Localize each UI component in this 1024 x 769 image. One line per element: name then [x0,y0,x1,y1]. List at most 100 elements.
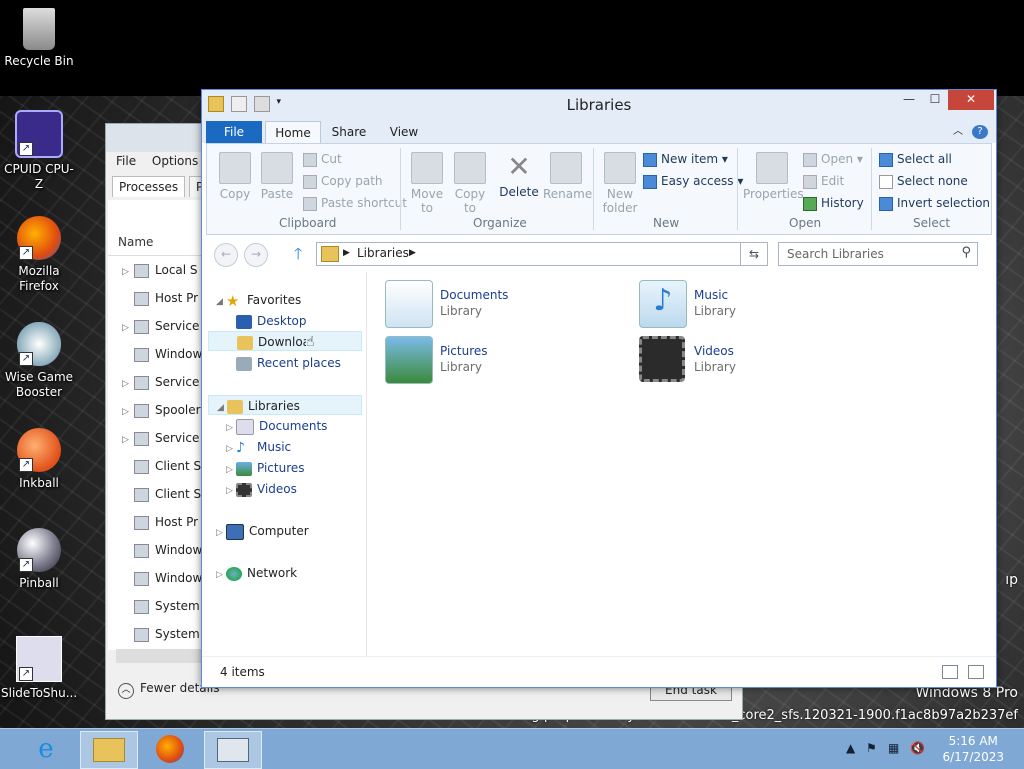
invert-selection-button[interactable]: Invert selection [879,196,990,211]
desktop-icon-pinball[interactable]: ↗ Pinball [1,528,77,591]
nav-libraries[interactable]: ◢ Libraries [208,395,362,415]
history-button[interactable]: History [803,196,864,211]
tab-view[interactable]: View [380,121,428,143]
new-folder-button[interactable]: New folder [599,152,641,215]
expand-arrow-icon[interactable]: ▷ [216,565,226,585]
action-center-flag-icon[interactable]: ⚑ [866,741,877,755]
desktop-icon-cpu-z[interactable]: ↗ CPUID CPU-Z [1,110,77,192]
nav-videos[interactable]: ▷ Videos [226,479,297,499]
volume-muted-icon[interactable]: 🔇 [910,741,925,755]
tab-home[interactable]: Home [265,121,321,144]
breadcrumb-separator-icon[interactable]: ▶ [343,248,350,258]
process-row[interactable]: Window [108,340,204,368]
taskbar-firefox[interactable] [142,731,198,767]
expand-arrow-icon[interactable]: ▷ [226,439,236,459]
up-arrow-icon[interactable]: 🡑 [294,243,302,270]
tab-file[interactable]: File [206,121,262,143]
desktop-icon-firefox[interactable]: ↗ Mozilla Firefox [1,216,77,294]
edit-button[interactable]: Edit [803,174,844,189]
show-hidden-icons-icon[interactable]: ▲ [846,741,855,755]
nav-network[interactable]: ▷ Network [216,563,297,583]
expand-arrow-icon[interactable]: ▷ [122,370,134,396]
process-row[interactable]: ▷ Service [108,312,204,340]
minimize-button[interactable]: — [896,90,922,110]
move-to-button[interactable]: Move to [407,152,447,215]
network-tray-icon[interactable]: ▦ [888,741,899,755]
delete-button[interactable]: ✕ Delete [499,152,539,200]
desktop-icon-wise-game-booster[interactable]: ↗ Wise Game Booster [1,322,77,400]
open-button[interactable]: Open ▾ [803,152,863,167]
nav-documents[interactable]: ▷ Documents [226,416,327,436]
close-button[interactable]: ✕ [948,90,994,110]
menu-options[interactable]: Options [152,154,198,168]
easy-access-button[interactable]: Easy access ▾ [643,174,743,189]
nav-favorites[interactable]: ◢ ★ Favorites [216,290,301,310]
nav-music[interactable]: ▷ ♪ Music [226,437,291,457]
expand-arrow-icon[interactable]: ▷ [122,398,134,424]
process-row[interactable]: Client S [108,480,204,508]
nav-pictures[interactable]: ▷ Pictures [226,458,305,478]
explorer-window[interactable]: ▾ Libraries — ☐ ✕ File Home Share View ︿… [201,89,997,688]
expand-arrow-icon[interactable]: ▷ [122,314,134,340]
nav-downloads[interactable]: Downloads☝ [208,331,362,351]
process-row[interactable]: Window [108,564,204,592]
address-box[interactable]: ▶ Libraries ▶ ▼ [316,242,768,266]
rename-button[interactable]: Rename [543,152,592,201]
maximize-button[interactable]: ☐ [922,90,948,110]
refresh-button[interactable]: ⇆ [740,242,768,266]
expand-arrow-icon[interactable]: ▷ [216,523,226,543]
tab-share[interactable]: Share [324,121,374,143]
copy-to-button[interactable]: Copy to [450,152,490,215]
horizontal-scrollbar[interactable] [116,649,204,663]
process-row[interactable]: System [108,620,204,648]
large-icons-view-icon[interactable] [968,665,984,679]
desktop-icon-recycle-bin[interactable]: Recycle Bin [1,8,77,69]
expand-arrow-icon[interactable]: ▷ [122,258,134,284]
properties-button[interactable]: Properties [743,152,804,201]
expand-arrow-icon[interactable]: ▷ [226,481,236,501]
desktop-icon-inkball[interactable]: ↗ Inkball [1,428,77,491]
copy-button[interactable]: Copy [215,152,255,201]
paste-button[interactable]: Paste [257,152,297,201]
process-row[interactable]: ▷ Service [108,368,204,396]
process-row[interactable]: ▷ Service [108,424,204,452]
process-row[interactable]: Host Pr [108,508,204,536]
menu-file[interactable]: File [116,154,136,168]
tab-processes[interactable]: Processes [112,176,186,197]
select-all-button[interactable]: Select all [879,152,952,167]
search-icon[interactable]: ⚲ [961,245,971,260]
process-row[interactable]: ▷ Spooler [108,396,204,424]
collapse-arrow-icon[interactable]: ◢ [217,398,227,418]
nav-recent-places[interactable]: Recent places [236,353,341,373]
back-button[interactable]: ← [214,243,238,267]
expand-arrow-icon[interactable]: ▷ [226,418,236,438]
breadcrumb-libraries[interactable]: Libraries [357,246,409,260]
breadcrumb-chevron-icon[interactable]: ▶ [409,248,416,258]
forward-button[interactable]: → [244,243,268,267]
column-name-header[interactable]: Name [108,200,204,256]
desktop-icon-slidetoshutdown[interactable]: ↗ SlideToShu... [1,636,77,701]
nav-desktop[interactable]: Desktop [236,311,307,331]
taskbar-file-explorer[interactable] [80,731,138,769]
help-icon[interactable]: ? [972,125,988,139]
process-row[interactable]: ▷ Local S [108,256,204,284]
process-row[interactable]: Window [108,536,204,564]
clock[interactable]: 5:16 AM 6/17/2023 [942,733,1004,765]
process-row[interactable]: Client S [108,452,204,480]
expand-arrow-icon[interactable]: ▷ [226,460,236,480]
expand-arrow-icon[interactable]: ▷ [122,426,134,452]
taskbar-task-manager[interactable] [204,731,262,769]
process-row[interactable]: Host Pr [108,284,204,312]
paste-shortcut-button[interactable]: Paste shortcut [303,196,407,211]
explorer-titlebar[interactable]: ▾ Libraries — ☐ ✕ [202,90,996,121]
nav-computer[interactable]: ▷ Computer [216,521,309,541]
cut-button[interactable]: Cut [303,152,342,167]
search-box[interactable]: Search Libraries ⚲ [778,242,978,266]
new-item-button[interactable]: New item ▾ [643,152,728,167]
collapse-arrow-icon[interactable]: ◢ [216,292,226,312]
details-view-icon[interactable] [942,665,959,679]
copy-path-button[interactable]: Copy path [303,174,383,189]
ribbon-collapse-icon[interactable]: ︿ [950,121,966,143]
process-row[interactable]: System [108,592,204,620]
taskbar-internet-explorer[interactable]: e [18,731,74,767]
